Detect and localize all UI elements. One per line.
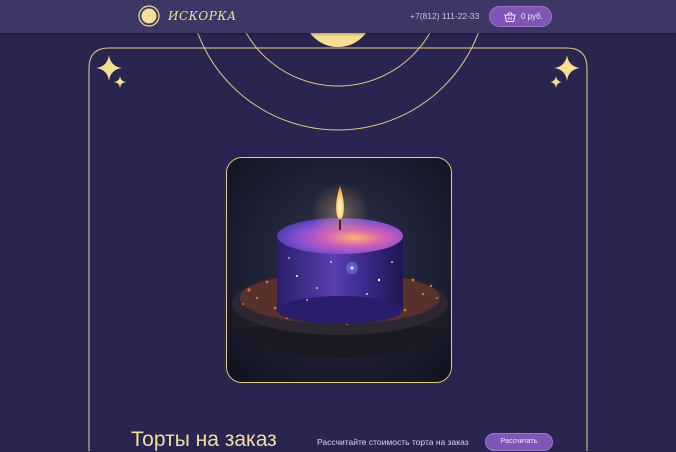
page-title: Торты на заказ	[131, 428, 277, 451]
sparkle-icon	[96, 55, 580, 88]
calc-description: Рассчитайте стоимость торта на заказ	[317, 437, 469, 447]
phone-number[interactable]: +7(812) 111-22-33	[410, 11, 479, 21]
cart-total: 0 руб.	[521, 12, 543, 21]
hero-cake-image	[226, 157, 452, 383]
basket-icon	[504, 11, 516, 22]
site-header: ИСКОРКА +7(812) 111-22-33 0 руб.	[0, 0, 676, 33]
calculate-button[interactable]: Рассчитать	[485, 433, 553, 451]
moon-logo-icon[interactable]	[138, 5, 160, 27]
cart-button[interactable]: 0 руб.	[489, 6, 552, 27]
logo-text[interactable]: ИСКОРКА	[168, 9, 237, 23]
